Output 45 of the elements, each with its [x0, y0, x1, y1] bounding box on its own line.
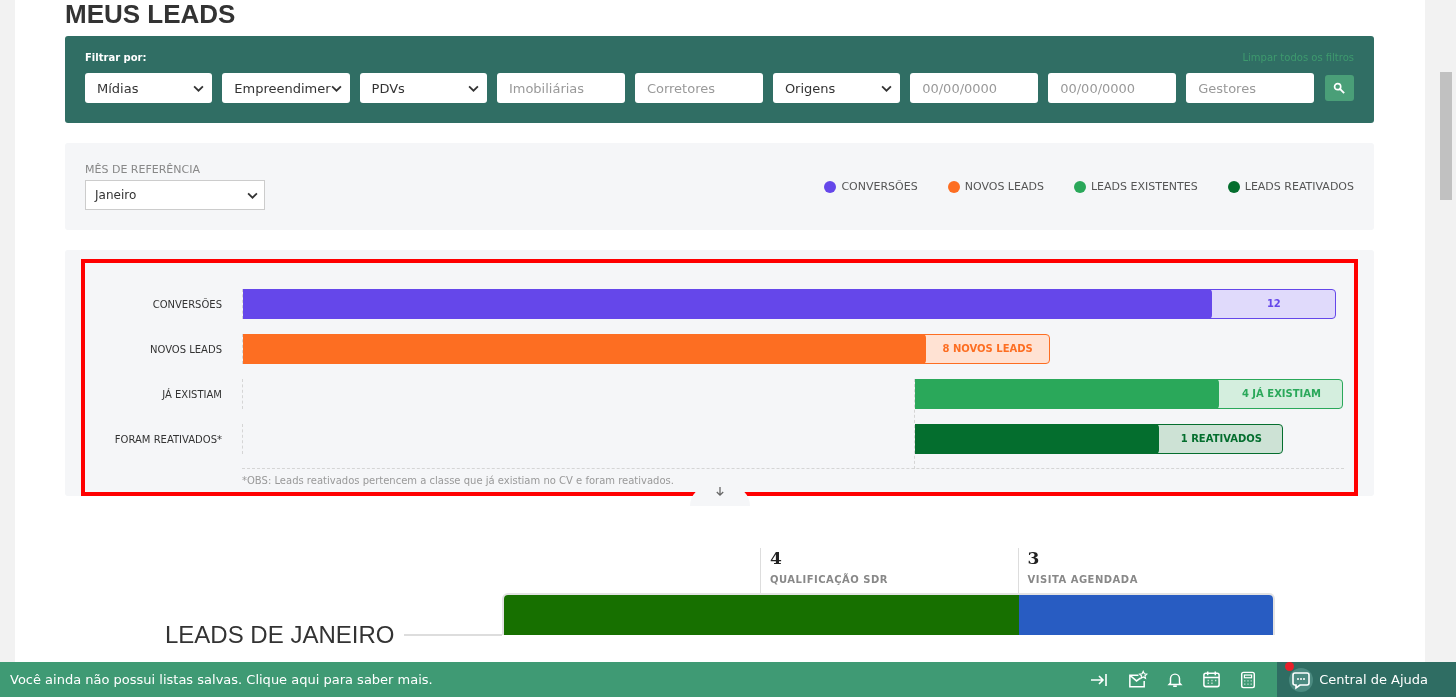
stage-label: QUALIFICAÇÃO SDR	[770, 574, 890, 585]
chevron-down-icon	[330, 84, 342, 92]
filter-dropdown[interactable]: Origens	[772, 73, 901, 103]
stage-count: 3	[1027, 548, 1041, 568]
section-title: LEADS DE JANEIRO	[165, 621, 395, 649]
filter-dropdown[interactable]: PDVs	[359, 73, 487, 103]
bell-icon[interactable]	[1166, 670, 1185, 689]
bar-value: 1 REATIVADOS	[1155, 424, 1284, 454]
legend-label: LEADS REATIVADOS	[1244, 180, 1354, 193]
chevron-down-icon	[193, 84, 205, 92]
expand-tab[interactable]	[689, 486, 750, 506]
bar-value: 4 JÁ EXISTIAM	[1215, 379, 1344, 409]
help-center-button[interactable]: Central de Ajuda	[1277, 662, 1456, 697]
filter-input[interactable]: Corretores	[634, 73, 763, 103]
calendar-icon[interactable]	[1202, 670, 1222, 689]
bar-label: FORAM REATIVADOS*	[113, 433, 222, 445]
mail-star-icon[interactable]	[1127, 669, 1149, 690]
stage-label: VISITA AGENDADA	[1027, 574, 1139, 585]
chevron-down-icon	[247, 191, 258, 199]
calculator-icon[interactable]	[1239, 669, 1258, 690]
legend-label: CONVERSÕES	[841, 180, 918, 193]
filter-input[interactable]: Imobiliárias	[496, 73, 625, 103]
footnote: *OBS: Leads reativados pertencem a classe que já existiam no CV e foram reativados.	[242, 475, 675, 486]
bar-label: NOVOS LEADS	[148, 343, 222, 355]
filter-dropdown[interactable]: Empreendimer	[222, 73, 350, 103]
chevron-down-icon	[881, 84, 893, 92]
month-label: MÊS DE REFERÊNCIA	[85, 163, 201, 176]
filter-input[interactable]: 00/00/0000	[1048, 73, 1177, 103]
arrow-down-icon	[714, 486, 725, 497]
filter-input[interactable]: 00/00/0000	[910, 73, 1039, 103]
filter-input[interactable]: Gestores	[1186, 73, 1315, 103]
bar-label: JÁ EXISTIAM	[160, 388, 222, 400]
bar-label: CONVERSÕES	[151, 298, 222, 310]
month-dropdown[interactable]: Janeiro	[85, 180, 265, 210]
chevron-down-icon	[467, 84, 479, 92]
stage-count: 4	[770, 548, 783, 568]
filter-dropdown[interactable]: Mídias	[85, 73, 213, 103]
page-title: MEUS LEADS	[65, 0, 237, 31]
scrollbar-thumb[interactable]	[1440, 72, 1452, 200]
search-icon	[1333, 81, 1347, 95]
legend-label: LEADS EXISTENTES	[1090, 180, 1198, 193]
chat-bubble-icon	[1291, 669, 1312, 690]
search-button[interactable]	[1325, 75, 1354, 101]
legend-label: NOVOS LEADS	[964, 180, 1044, 193]
filter-label: Filtrar por:	[85, 52, 147, 63]
